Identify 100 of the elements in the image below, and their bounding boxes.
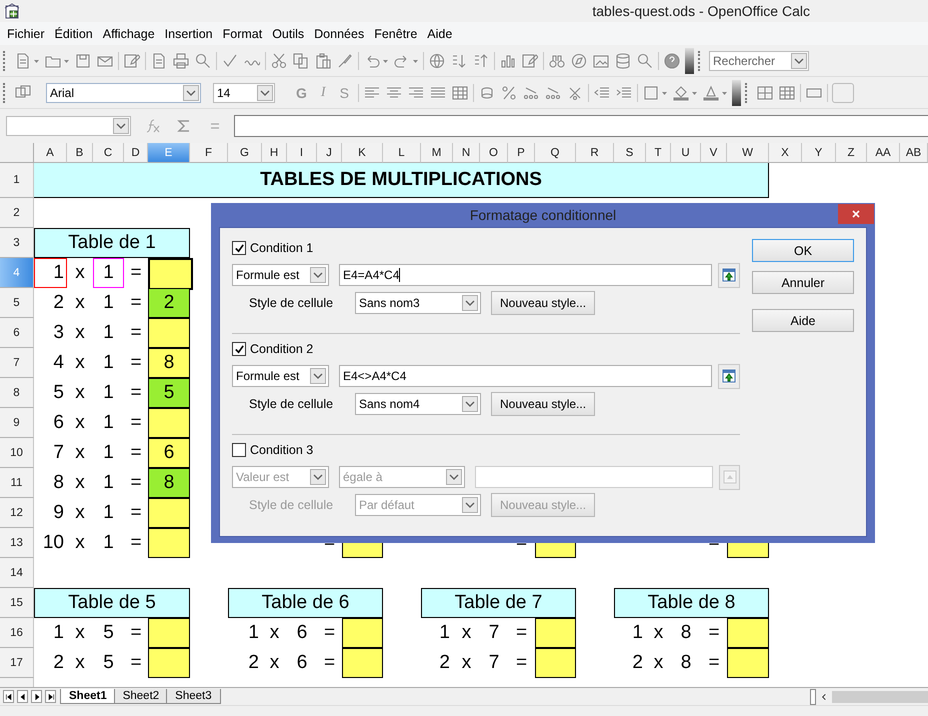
menu-item[interactable]: Insertion [160, 26, 218, 40]
horizontal-scrollbar[interactable] [820, 688, 928, 704]
row-header[interactable]: 11 [0, 468, 34, 498]
row-header[interactable]: 6 [0, 318, 34, 348]
row-header[interactable]: 1 [0, 163, 34, 198]
row-header[interactable]: 8 [0, 378, 34, 408]
menu-item[interactable]: Format [218, 26, 268, 40]
compass-icon[interactable] [571, 52, 587, 68]
menu-item[interactable]: Aide [422, 26, 458, 40]
row-header[interactable]: 12 [0, 498, 34, 528]
name-box[interactable] [6, 116, 131, 136]
menu-item[interactable]: Données [309, 26, 370, 40]
column-header[interactable]: P [508, 143, 535, 163]
condition-type-dropdown[interactable]: Formule est [232, 365, 329, 387]
new-style-button[interactable]: Nouveau style... [491, 392, 596, 416]
column-header[interactable]: N [453, 143, 480, 163]
answer-cell[interactable] [148, 528, 190, 558]
search-field[interactable]: Rechercher [709, 50, 809, 70]
answer-cell[interactable]: 8 [148, 468, 190, 498]
styles-icon[interactable] [15, 84, 31, 100]
sheet-tab[interactable]: Sheet3 [166, 689, 221, 704]
column-header[interactable]: M [421, 143, 453, 163]
answer-cell[interactable] [342, 648, 383, 678]
answer-cell[interactable] [148, 318, 190, 348]
add-decimal-icon[interactable] [522, 84, 539, 100]
column-header[interactable]: Y [802, 143, 836, 163]
sum-icon[interactable] [176, 118, 192, 134]
toolbar-control[interactable] [832, 82, 854, 102]
align-center-icon[interactable] [386, 84, 402, 100]
answer-cell[interactable] [148, 498, 190, 528]
next-sheet-button[interactable] [31, 690, 42, 703]
answer-cell[interactable] [148, 258, 193, 290]
menu-item[interactable]: Fenêtre [369, 26, 422, 40]
toolbar-grip[interactable] [3, 82, 7, 102]
column-header[interactable]: W [727, 143, 769, 163]
value-field[interactable] [475, 466, 713, 488]
toolbar-grip[interactable] [744, 82, 749, 102]
checkbox-label[interactable]: Condition 1 [250, 241, 314, 255]
toolbar-grip[interactable] [698, 50, 702, 70]
answer-cell[interactable]: 5 [148, 378, 190, 408]
copy-icon[interactable] [293, 52, 309, 68]
scissors-icon[interactable] [271, 52, 287, 68]
sort-ascending-icon[interactable] [451, 52, 467, 68]
sheet-tab[interactable]: Sheet1 [60, 689, 116, 704]
column-header[interactable]: J [317, 143, 342, 163]
close-button[interactable] [838, 204, 874, 224]
answer-cell[interactable] [727, 618, 769, 648]
currency-icon[interactable] [478, 84, 495, 100]
row-header[interactable]: 16 [0, 618, 34, 648]
first-sheet-icon[interactable] [4, 692, 12, 700]
answer-cell[interactable] [535, 618, 576, 648]
percent-icon[interactable] [500, 84, 517, 100]
select-all-corner[interactable] [0, 143, 34, 163]
answer-cell[interactable]: 6 [148, 438, 190, 468]
brush-icon[interactable] [337, 52, 353, 68]
row-header[interactable]: 17 [0, 648, 34, 678]
column-header[interactable]: U [671, 143, 701, 163]
row-header[interactable]: 7 [0, 348, 34, 378]
globe-icon[interactable] [429, 52, 445, 68]
new-document-icon[interactable] [15, 52, 31, 68]
column-header[interactable]: S [614, 143, 646, 163]
column-header[interactable]: Z [836, 143, 867, 163]
fill-color-icon[interactable] [672, 84, 689, 100]
new-style-button[interactable]: Nouveau style... [491, 291, 596, 315]
row-header[interactable]: 15 [0, 588, 34, 618]
table-icon[interactable] [452, 84, 468, 100]
column-header[interactable]: O [480, 143, 508, 163]
remove-decimal-icon[interactable] [544, 84, 561, 100]
paste-icon[interactable] [315, 52, 331, 68]
align-right-icon[interactable] [408, 84, 424, 100]
last-sheet-button[interactable] [45, 690, 56, 703]
menu-item[interactable]: Affichage [98, 26, 160, 40]
border-icon[interactable] [642, 84, 659, 100]
answer-cell[interactable] [148, 648, 190, 678]
row-header[interactable]: 10 [0, 438, 34, 468]
column-header[interactable]: L [383, 143, 421, 163]
column-header[interactable]: D [124, 143, 148, 163]
row-header[interactable]: 9 [0, 408, 34, 438]
previous-sheet-button[interactable] [17, 690, 28, 703]
merge-cells-icon[interactable] [756, 84, 773, 100]
column-header[interactable]: C [93, 143, 124, 163]
cell-style-dropdown[interactable]: Sans nom3 [355, 292, 481, 314]
column-header[interactable]: T [646, 143, 671, 163]
page-preview-icon[interactable] [195, 52, 211, 68]
splitter-handle[interactable] [810, 688, 816, 704]
binoculars-icon[interactable] [549, 52, 565, 68]
split-cells-icon[interactable] [778, 84, 795, 100]
menu-item[interactable]: Édition [50, 26, 98, 40]
column-header[interactable]: X [769, 143, 802, 163]
checkbox-label[interactable]: Condition 2 [250, 342, 314, 356]
align-left-icon[interactable] [364, 84, 380, 100]
column-header[interactable]: V [701, 143, 727, 163]
answer-cell[interactable] [535, 648, 576, 678]
row-header[interactable]: 3 [0, 228, 34, 258]
row-header[interactable]: 5 [0, 288, 34, 318]
font-name-field[interactable]: Arial [46, 82, 201, 102]
scroll-left-icon[interactable] [820, 692, 828, 700]
first-sheet-button[interactable] [3, 690, 14, 703]
increase-indent-icon[interactable] [616, 84, 632, 100]
sheet-tab[interactable]: Sheet2 [114, 689, 168, 704]
